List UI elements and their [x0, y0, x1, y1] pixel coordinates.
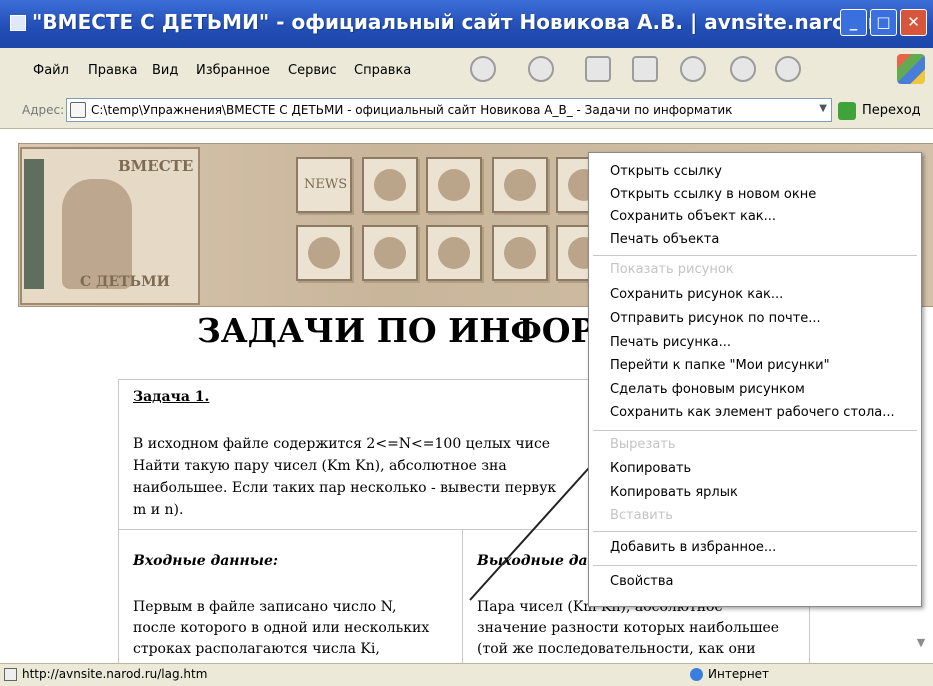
- logo-text-top: ВМЕСТЕ: [118, 157, 194, 175]
- nav-button[interactable]: [362, 157, 418, 213]
- menu-email-picture[interactable]: Отправить рисунок по почте...: [610, 311, 821, 326]
- nav-news-label: NEWS: [304, 177, 348, 192]
- scroll-down-icon[interactable]: ▼: [912, 634, 930, 652]
- menu-set-as-background[interactable]: Сделать фоновым рисунком: [610, 382, 805, 397]
- address-label: Адрес:: [22, 103, 65, 117]
- nav-image-icon: [438, 237, 470, 269]
- menu-properties[interactable]: Свойства: [610, 574, 674, 589]
- menu-open-link[interactable]: Открыть ссылку: [610, 164, 722, 179]
- nav-image-icon: [504, 237, 536, 269]
- status-url: http://avnsite.narod.ru/lag.htm: [22, 667, 208, 681]
- task-text-line: наибольшее. Если таких пар несколько - в…: [133, 480, 557, 496]
- logo-text-bottom: С ДЕТЬМИ: [80, 274, 170, 290]
- maximize-button[interactable]: □: [870, 9, 897, 36]
- input-text-line: после которого в одной или нескольких: [133, 620, 430, 636]
- input-text-line: Первым в файле записано число N,: [133, 599, 397, 615]
- nav-news-button[interactable]: NEWS: [296, 157, 352, 213]
- status-bar: http://avnsite.narod.ru/lag.htm Интернет: [0, 663, 933, 686]
- go-button[interactable]: Переход: [862, 103, 921, 118]
- chevron-down-icon[interactable]: ▼: [819, 103, 827, 114]
- search-icon[interactable]: [730, 56, 756, 82]
- go-arrow-icon[interactable]: [838, 102, 856, 120]
- task-text-line: Найти такую пару чисел (Km Kn), абсолютн…: [133, 458, 507, 474]
- stop-icon[interactable]: [585, 56, 611, 82]
- page-title: ЗАДАЧИ ПО ИНФОРМ: [197, 311, 632, 350]
- output-text-line: (той же последовательности, как они: [477, 641, 756, 657]
- nav-button[interactable]: [362, 225, 418, 281]
- menu-copy-shortcut[interactable]: Копировать ярлык: [610, 485, 738, 500]
- menu-separator: [593, 430, 917, 431]
- menu-help[interactable]: Справка: [354, 63, 411, 78]
- windows-logo-icon: [897, 54, 925, 84]
- nav-image-icon: [438, 169, 470, 201]
- menu-show-picture: Показать рисунок: [610, 262, 734, 277]
- menu-favorites[interactable]: Избранное: [196, 63, 270, 78]
- forward-icon[interactable]: [528, 56, 554, 82]
- menu-print-target[interactable]: Печать объекта: [610, 232, 719, 247]
- context-menu: Открыть ссылку Открыть ссылку в новом ок…: [588, 152, 922, 607]
- logo-figure-image: [62, 179, 132, 289]
- page-icon: [4, 668, 17, 681]
- menu-bar: Файл Правка Вид Избранное Сервис Справка: [0, 48, 933, 93]
- nav-image-icon: [308, 237, 340, 269]
- window-title: "ВМЕСТЕ С ДЕТЬМИ" - официальный сайт Нов…: [32, 10, 898, 34]
- menu-add-to-favorites[interactable]: Добавить в избранное...: [610, 540, 776, 555]
- menu-print-picture[interactable]: Печать рисунка...: [610, 335, 731, 350]
- minimize-button[interactable]: _: [840, 9, 867, 36]
- nav-button[interactable]: [426, 225, 482, 281]
- input-heading: Входные данные:: [133, 553, 279, 569]
- task-title: Задача 1.: [133, 389, 210, 405]
- menu-edit[interactable]: Правка: [88, 63, 137, 78]
- address-input[interactable]: C:\temp\Упражнения\ВМЕСТЕ С ДЕТЬМИ - офи…: [66, 98, 832, 122]
- menu-separator: [593, 255, 917, 256]
- site-logo[interactable]: ВМЕСТЕ С ДЕТЬМИ: [20, 147, 200, 305]
- menu-tools[interactable]: Сервис: [288, 63, 337, 78]
- nav-image-icon: [504, 169, 536, 201]
- nav-image-icon: [374, 237, 406, 269]
- zone-label: Интернет: [708, 667, 770, 681]
- task-text-line: m и n).: [133, 502, 184, 518]
- home-icon[interactable]: [680, 56, 706, 82]
- menu-copy[interactable]: Копировать: [610, 461, 691, 476]
- browser-icon: [10, 15, 26, 31]
- output-heading: Выходные да: [477, 553, 588, 569]
- nav-button[interactable]: [492, 157, 548, 213]
- nav-button[interactable]: [296, 225, 352, 281]
- task-text-line: В исходном файле содержится 2<=N<=100 це…: [133, 436, 551, 452]
- nav-image-icon: [374, 169, 406, 201]
- logo-side-strip: [24, 159, 44, 289]
- nav-button[interactable]: [492, 225, 548, 281]
- internet-zone-icon: [690, 668, 703, 681]
- menu-view[interactable]: Вид: [152, 63, 178, 78]
- close-button[interactable]: ✕: [900, 9, 927, 36]
- output-text-line: значение разности которых наибольшее: [477, 620, 780, 636]
- input-text-line: строках располагаются числа Ki,: [133, 641, 380, 657]
- menu-save-picture-as[interactable]: Сохранить рисунок как...: [610, 287, 783, 302]
- table-column-divider: [462, 529, 463, 663]
- menu-file[interactable]: Файл: [33, 63, 69, 78]
- menu-save-target-as[interactable]: Сохранить объект как...: [610, 209, 776, 224]
- menu-open-link-new-window[interactable]: Открыть ссылку в новом окне: [610, 187, 816, 202]
- menu-cut: Вырезать: [610, 437, 676, 452]
- window-title-bar[interactable]: "ВМЕСТЕ С ДЕТЬМИ" - официальный сайт Нов…: [0, 0, 933, 48]
- menu-set-as-desktop-item[interactable]: Сохранить как элемент рабочего стола...: [610, 405, 895, 420]
- address-value[interactable]: C:\temp\Упражнения\ВМЕСТЕ С ДЕТЬМИ - офи…: [91, 103, 732, 117]
- nav-button[interactable]: [426, 157, 482, 213]
- back-icon[interactable]: [470, 56, 496, 82]
- menu-go-to-my-pictures[interactable]: Перейти к папке "Мои рисунки": [610, 358, 830, 373]
- refresh-icon[interactable]: [632, 56, 658, 82]
- favorites-icon[interactable]: [775, 56, 801, 82]
- menu-separator: [593, 565, 917, 566]
- menu-paste: Вставить: [610, 508, 673, 523]
- address-bar: Адрес: C:\temp\Упражнения\ВМЕСТЕ С ДЕТЬМ…: [0, 92, 933, 129]
- menu-separator: [593, 531, 917, 532]
- page-icon: [70, 102, 86, 118]
